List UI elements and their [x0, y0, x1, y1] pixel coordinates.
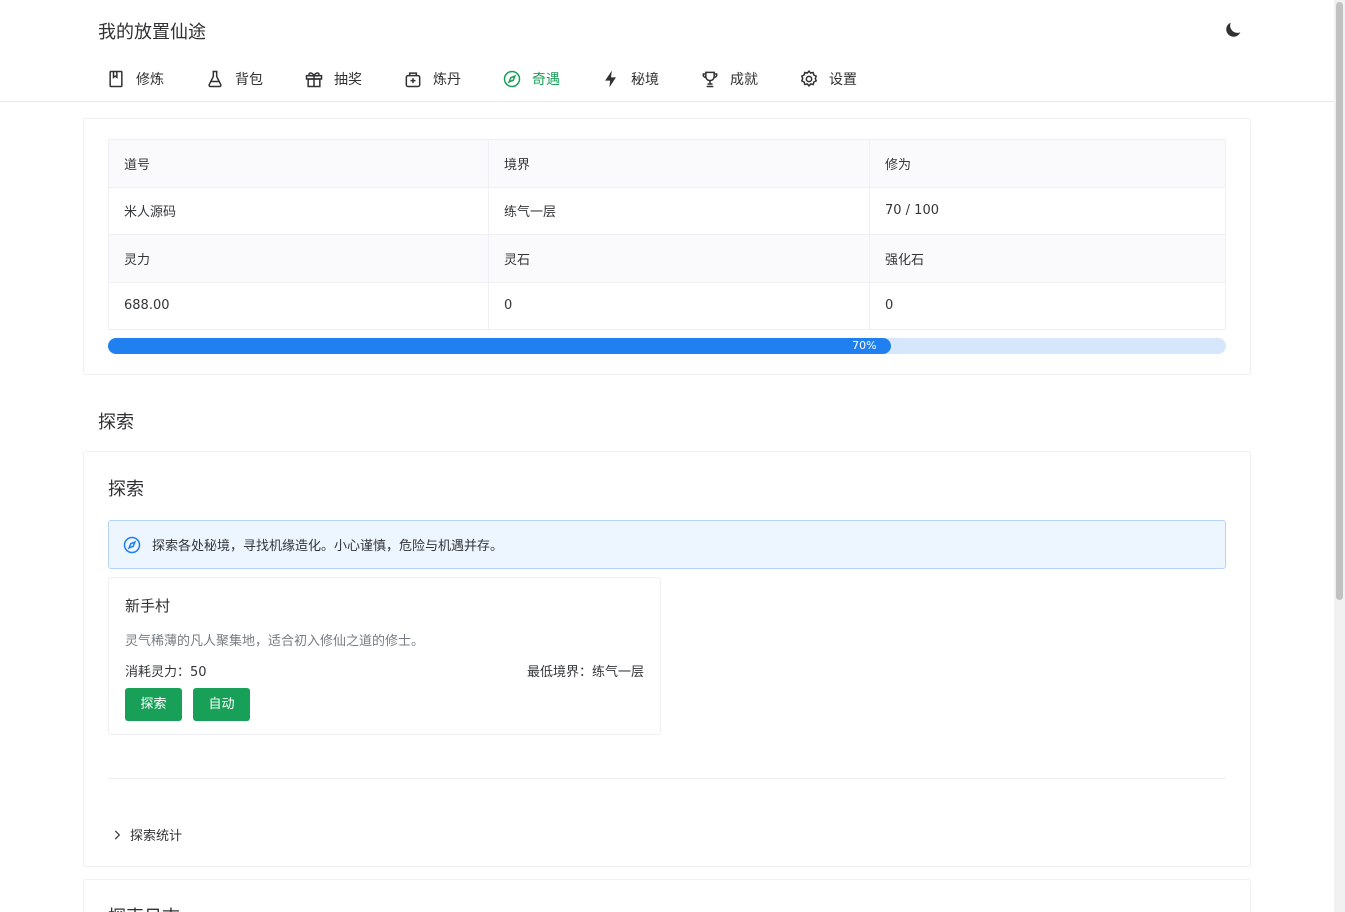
- stat-header-cultivation: 修为: [869, 139, 1226, 188]
- location-requirement: 最低境界：练气一层: [526, 665, 644, 680]
- explore-card-title: 探索: [108, 479, 144, 500]
- gear-icon: [800, 69, 818, 88]
- trophy-icon: [702, 71, 718, 88]
- progress-label: 70%: [852, 339, 877, 352]
- cauldron-icon: [405, 72, 421, 88]
- gift-icon: [305, 72, 323, 88]
- location-cost: 消耗灵力：50: [125, 665, 207, 680]
- stat-header-spirit-power: 灵力: [108, 234, 489, 283]
- location-name: 新手村: [125, 597, 171, 615]
- compass-icon: [503, 70, 521, 88]
- nav-item-backpack[interactable]: 背包: [197, 58, 271, 100]
- nav-item-alchemy[interactable]: 炼丹: [395, 58, 469, 100]
- location-description: 灵气稀薄的凡人聚集地，适合初入修仙之道的修士。: [125, 634, 425, 649]
- nav-label: 背包: [235, 72, 263, 88]
- nav-label: 秘境: [631, 72, 659, 88]
- dark-mode-toggle[interactable]: [1222, 19, 1244, 41]
- progress-fill: 70%: [108, 338, 891, 354]
- nav-item-cultivate[interactable]: 修炼: [98, 58, 172, 100]
- nav-label: 奇遇: [532, 72, 560, 88]
- nav-item-adventure[interactable]: 奇遇: [494, 58, 568, 100]
- explore-stats-label: 探索统计: [130, 829, 183, 844]
- stat-value-spirit-power: 688.00: [108, 281, 489, 330]
- stat-value-enhance-stone: 0: [869, 281, 1226, 330]
- divider: [108, 778, 1226, 779]
- app-title: 我的放置仙途: [98, 22, 206, 43]
- stat-value-cultivation: 70 / 100: [869, 186, 1226, 235]
- explore-log-card: 探索日志: [83, 879, 1251, 912]
- main-nav: 修炼 背包 抽奖 炼丹 奇遇 秘境 成就 设置: [98, 58, 890, 100]
- explore-card: 探索 探索各处秘境，寻找机缘造化。小心谨慎，危险与机遇并存。 新手村 灵气稀薄的…: [83, 451, 1251, 867]
- nav-item-settings[interactable]: 设置: [791, 58, 865, 100]
- flask-icon: [208, 70, 222, 88]
- book-icon: [109, 70, 123, 88]
- info-alert: 探索各处秘境，寻找机缘造化。小心谨慎，危险与机遇并存。: [108, 520, 1226, 569]
- stat-header-spirit-stone: 灵石: [488, 234, 870, 283]
- compass-icon: [123, 536, 141, 553]
- nav-label: 修炼: [136, 72, 164, 88]
- stat-value-spirit-stone: 0: [488, 281, 870, 330]
- nav-item-secret-realm[interactable]: 秘境: [593, 58, 667, 100]
- stat-header-daohao: 道号: [108, 139, 489, 188]
- explore-button[interactable]: 探索: [125, 688, 182, 721]
- player-status-card: 道号 境界 修为 米人源码 练气一层 70 / 100 灵力 灵石 强化石 68…: [83, 118, 1251, 375]
- stat-value-daohao: 米人源码: [108, 186, 489, 235]
- location-card: 新手村 灵气稀薄的凡人聚集地，适合初入修仙之道的修士。 消耗灵力：50 最低境界…: [108, 577, 661, 735]
- lightning-icon: [605, 70, 616, 88]
- chevron-right-icon: [114, 830, 121, 839]
- nav-label: 设置: [829, 72, 857, 88]
- moon-icon: [1226, 22, 1241, 37]
- stat-header-realm: 境界: [488, 139, 870, 188]
- cultivation-progress-bar: 70%: [108, 338, 1226, 354]
- nav-item-lottery[interactable]: 抽奖: [296, 58, 370, 100]
- nav-item-achievements[interactable]: 成就: [692, 58, 766, 100]
- alert-text: 探索各处秘境，寻找机缘造化。小心谨慎，危险与机遇并存。: [152, 539, 504, 554]
- scrollbar-thumb[interactable]: [1336, 2, 1343, 600]
- auto-explore-button[interactable]: 自动: [193, 688, 250, 721]
- app-header: 我的放置仙途 修炼 背包 抽奖 炼丹 奇遇 秘境 成就 设置: [0, 0, 1334, 102]
- explore-log-title: 探索日志: [108, 903, 180, 912]
- stat-value-realm: 练气一层: [488, 186, 870, 235]
- nav-label: 成就: [730, 72, 758, 88]
- section-title: 探索: [98, 412, 134, 433]
- explore-stats-toggle[interactable]: 探索统计: [110, 825, 182, 844]
- nav-label: 抽奖: [334, 72, 362, 88]
- stat-header-enhance-stone: 强化石: [869, 234, 1226, 283]
- player-stats-table: 道号 境界 修为 米人源码 练气一层 70 / 100 灵力 灵石 强化石 68…: [108, 139, 1226, 330]
- scrollbar[interactable]: [1334, 0, 1345, 912]
- nav-label: 炼丹: [433, 72, 461, 88]
